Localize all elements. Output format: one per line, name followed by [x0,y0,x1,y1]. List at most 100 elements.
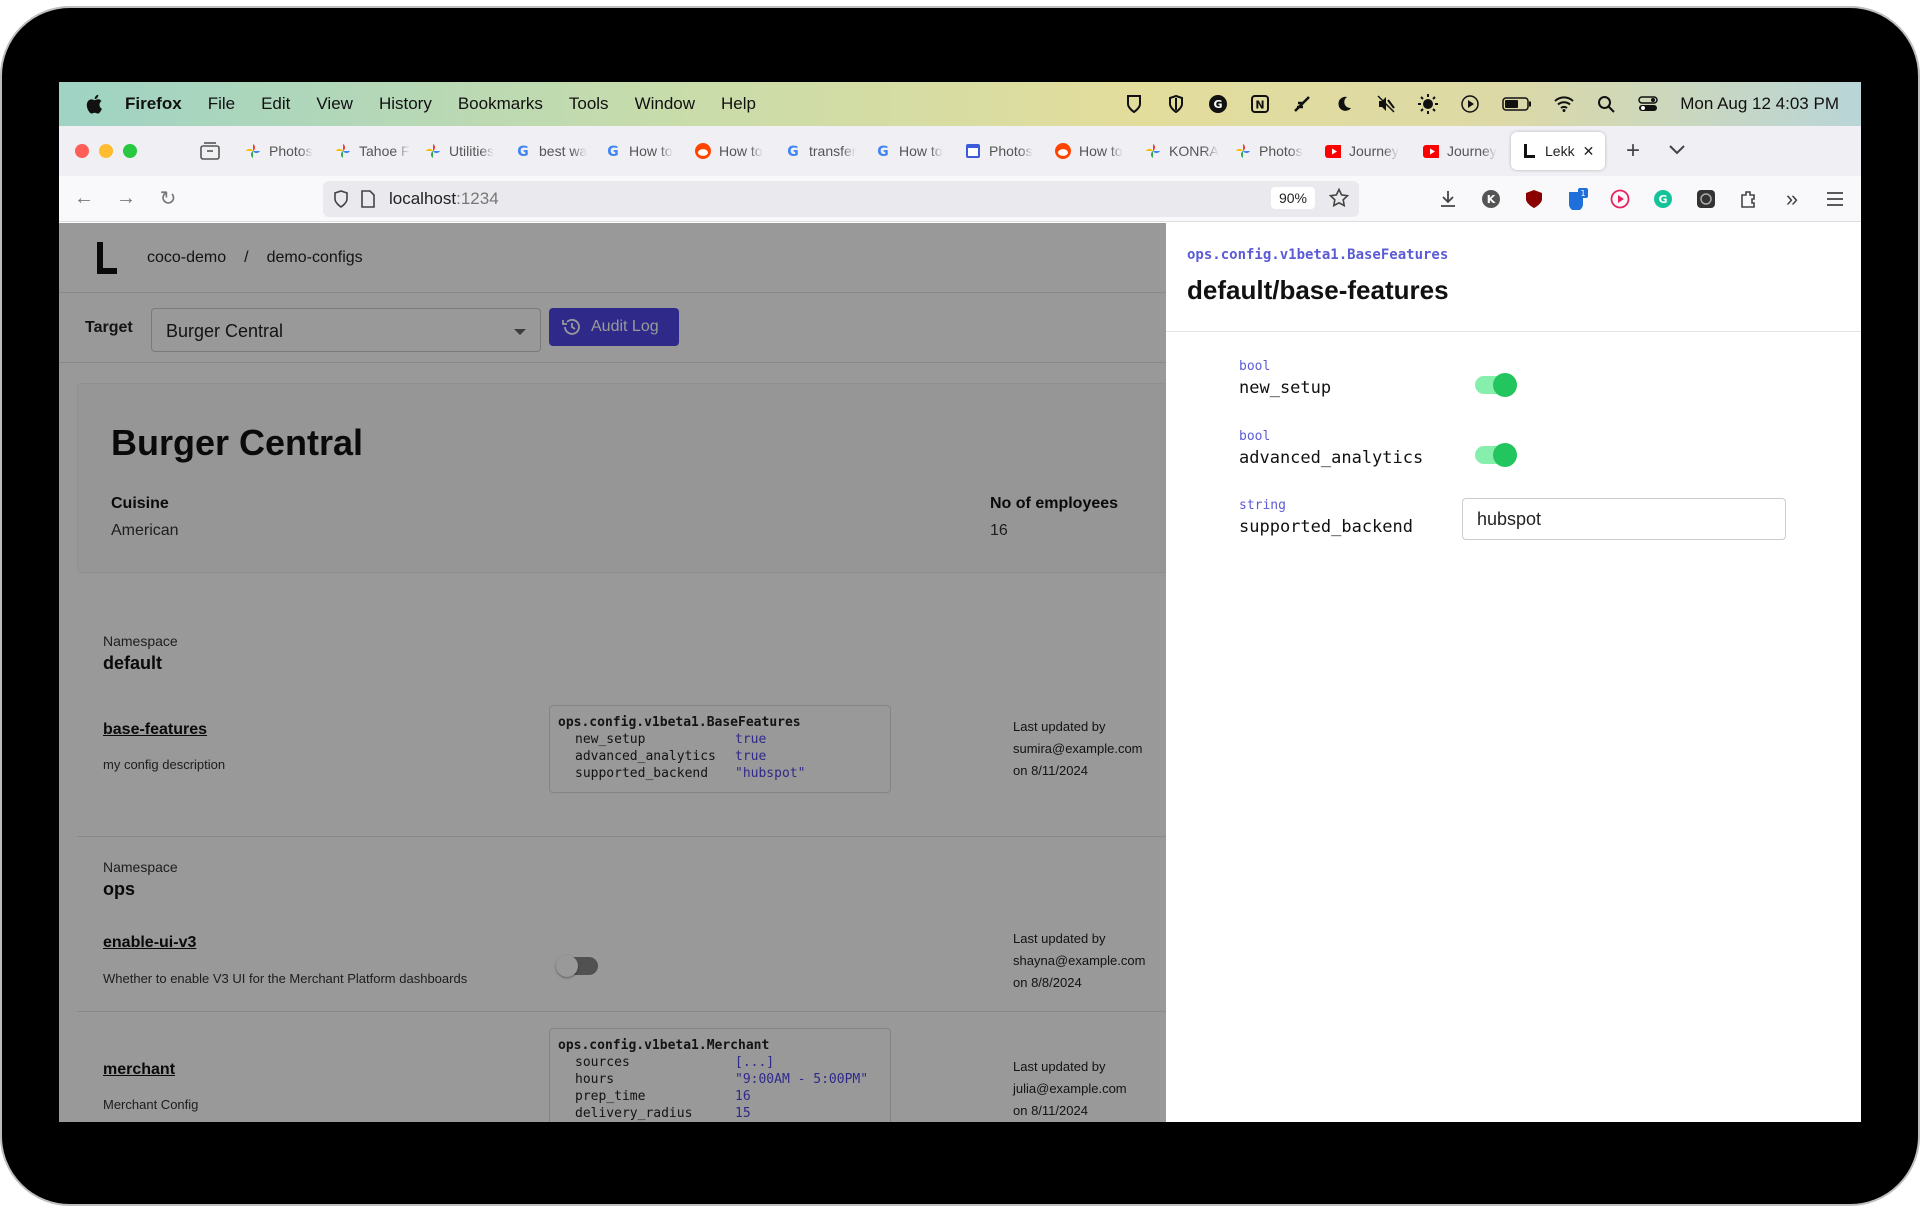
caret-down-icon [514,329,526,335]
menu-window[interactable]: Window [635,94,695,114]
config-preview-row: sources [...] [558,1054,882,1071]
target-summary-card: Burger Central Cuisine American No of em… [77,383,1177,573]
tab-item[interactable]: Tahoe F [325,132,413,170]
media-play-icon[interactable] [1608,187,1632,211]
new-tab-icon[interactable]: + [1621,137,1645,165]
config-link-enable-ui-v3[interactable]: enable-ui-v3 [103,934,196,952]
close-tab-icon[interactable]: ✕ [1583,143,1595,160]
back-icon[interactable]: ← [73,187,95,210]
dark-reader-icon[interactable] [1694,187,1718,211]
menu-help[interactable]: Help [721,94,756,114]
lekko-logo-icon[interactable] [93,240,119,276]
tab-item[interactable]: Journey [1413,132,1509,170]
tab-item[interactable]: Gbest wa [505,132,593,170]
field-name: new_setup [1239,378,1332,398]
target-title: Burger Central [111,422,364,463]
svg-text:G: G [1214,98,1223,111]
tab-item[interactable]: Photos [235,132,323,170]
minimize-window-button[interactable] [99,144,113,158]
tab-item[interactable]: Photos [955,132,1043,170]
url-host: localhost [389,189,457,208]
target-select[interactable]: Burger Central [151,308,541,352]
tab-item[interactable]: How to [685,132,773,170]
new-setup-toggle[interactable] [1475,373,1517,397]
menu-file[interactable]: File [208,94,235,114]
url-bar[interactable]: localhost:1234 90% [323,181,1359,217]
ublock-icon[interactable] [1522,187,1546,211]
last-updated-label: Last updated by [1013,719,1106,734]
menu-app-name[interactable]: Firefox [125,94,182,114]
tab-item[interactable]: G How to [865,132,953,170]
shield-icon[interactable] [1166,94,1186,114]
enable-ui-v3-toggle[interactable] [556,955,598,977]
tab-item[interactable]: Lekk ✕ [1511,132,1605,170]
last-updated-info: Last updated by shayna@example.com on 8/… [1013,928,1145,994]
youtube-icon [1423,143,1439,159]
audit-log-button[interactable]: Audit Log [549,308,679,346]
toggle-knob [1493,373,1517,397]
cuisine-label: Cuisine [111,495,169,512]
apple-icon[interactable] [83,93,105,115]
k-extension-icon[interactable]: K [1479,187,1503,211]
battery-icon[interactable] [1502,94,1532,114]
play-circle-icon[interactable] [1460,94,1480,114]
extension-badge-icon[interactable]: 1 [1565,187,1589,211]
advanced-analytics-toggle[interactable] [1475,443,1517,467]
tab-item[interactable]: KONRA [1135,132,1223,170]
grammarly-icon[interactable]: G [1208,94,1228,114]
tab-item[interactable]: G How to [595,132,683,170]
bookmark-star-icon[interactable] [1328,187,1350,213]
history-clock-icon [561,316,583,338]
menubar-clock[interactable]: Mon Aug 12 4:03 PM [1680,94,1839,114]
tab-item[interactable]: Gtransfer [775,132,863,170]
extensions-puzzle-icon[interactable] [1737,187,1761,211]
app-header: coco-demo / demo-configs [59,223,1166,293]
bitwarden-icon[interactable] [1124,94,1144,114]
tab-label: transfer [809,143,857,159]
config-link-base-features[interactable]: base-features [103,721,207,739]
config-preview-base-features[interactable]: ops.config.v1beta1.BaseFeatures new_setu… [549,705,891,793]
breadcrumb-org[interactable]: coco-demo [147,249,226,267]
tab-list: Photos Tahoe F Utilities Gbest wa G How to How… [235,132,1607,170]
maximize-window-button[interactable] [123,144,137,158]
tab-overview-icon[interactable] [199,141,221,161]
moon-icon[interactable] [1334,94,1354,114]
tab-list-chevron-icon[interactable] [1669,142,1687,160]
config-drawer: ops.config.v1beta1.BaseFeatures default/… [1166,223,1861,1122]
reload-icon[interactable]: ↻ [157,188,179,210]
config-preview-row: new_setup true [558,731,882,748]
menu-edit[interactable]: Edit [261,94,290,114]
spotlight-search-icon[interactable] [1596,94,1616,114]
tab-item[interactable]: Photos [1225,132,1313,170]
tab-label: How to [1079,143,1123,159]
menu-tools[interactable]: Tools [569,94,609,114]
mute-icon[interactable] [1376,94,1396,114]
breadcrumb-repo[interactable]: demo-configs [267,249,363,267]
config-link-merchant[interactable]: merchant [103,1061,175,1079]
grammarly-extension-icon[interactable]: G [1651,187,1675,211]
config-preview-merchant[interactable]: ops.config.v1beta1.Merchant sources [...]… [549,1028,891,1122]
control-center-icon[interactable] [1638,94,1658,114]
brightness-icon[interactable] [1418,94,1439,114]
menu-bookmarks[interactable]: Bookmarks [458,94,543,114]
supported-backend-input[interactable] [1462,498,1786,540]
more-tools-chevrons-icon[interactable]: » [1780,186,1804,211]
forward-icon[interactable]: → [115,187,137,210]
notion-icon[interactable]: N [1250,94,1270,114]
tab-item[interactable]: How to [1045,132,1133,170]
download-icon[interactable] [1436,187,1460,211]
tab-item[interactable]: Utilities [415,132,503,170]
menu-view[interactable]: View [316,94,353,114]
zoom-badge[interactable]: 90% [1270,187,1315,209]
wifi-icon[interactable] [1554,94,1574,114]
hamburger-menu-icon[interactable] [1823,187,1847,211]
tab-item[interactable]: Journey [1315,132,1411,170]
close-window-button[interactable] [75,144,89,158]
google-photos-icon [335,143,351,159]
drawer-title: default/base-features [1187,275,1449,305]
feather-icon[interactable] [1292,94,1312,114]
toggle-knob [556,955,578,977]
menu-history[interactable]: History [379,94,432,114]
config-list-page: coco-demo / demo-configs Target Burger C… [59,223,1177,1122]
tracking-shield-icon[interactable] [333,190,351,208]
